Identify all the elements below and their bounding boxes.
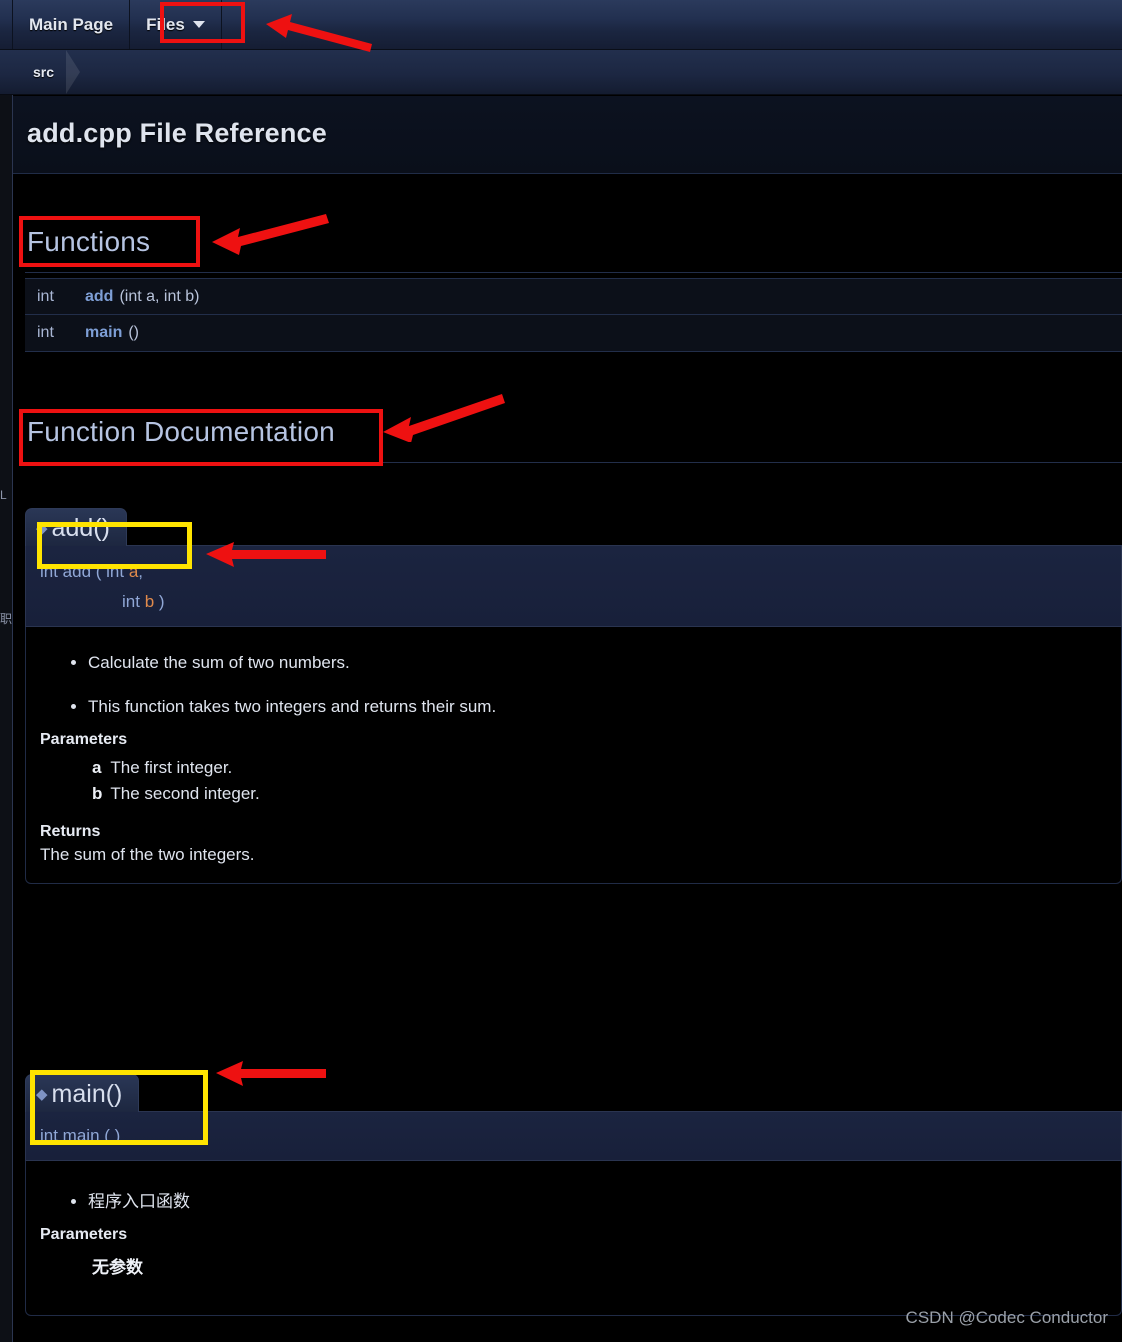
prototype-line-2: int b ) (40, 592, 1107, 612)
annotation-arrow-functions (212, 214, 329, 255)
parameters-table-add: a The first integer. b The second intege… (92, 755, 260, 807)
parameter-description: The first integer. (110, 758, 233, 777)
function-name-link[interactable]: main (85, 324, 122, 342)
page-title-bar: add.cpp File Reference (13, 96, 1122, 174)
prototype-param-a: a (128, 562, 139, 581)
member-prototype-main: int main ( ) (25, 1111, 1122, 1161)
prototype-line-2-text: int (122, 592, 145, 611)
member-prototype-add: int add ( int a, int b ) (25, 545, 1122, 627)
prototype-line-1-suffix: ) (114, 1126, 121, 1145)
sidebar-ghost-text-1: L (0, 489, 7, 501)
member-description-list-add: Calculate the sum of two numbers. This f… (40, 653, 1107, 717)
function-return-type: int (37, 324, 54, 341)
nav-tab-files[interactable]: Files (130, 0, 222, 49)
top-navbar: Main Page Files (0, 0, 1122, 50)
parameter-description: The second integer. (110, 784, 260, 803)
page-title: add.cpp File Reference (27, 118, 327, 148)
breadcrumb-item-label: src (33, 64, 55, 80)
table-row[interactable]: int main () (25, 315, 1122, 352)
left-rail-divider (12, 50, 13, 1342)
parameters-label-main: Parameters (40, 1226, 128, 1243)
table-row[interactable]: int add (int a, int b) (25, 278, 1122, 315)
function-arguments: () (128, 324, 139, 341)
member-item-main: ◆main() int main ( ) 程序入口函数 Parameters 无… (25, 1074, 1122, 1316)
prototype-param-b: b (144, 592, 155, 611)
function-arguments: (int a, int b) (119, 287, 200, 305)
prototype-line-1: int main ( ) (40, 1126, 1107, 1146)
nav-tab-main-page-label: Main Page (29, 14, 114, 34)
sidebar-ghost-text-2: 职 (0, 613, 12, 625)
function-name-link[interactable]: add (85, 288, 113, 306)
prototype-line-1: int add ( int a, (40, 562, 1107, 582)
diamond-bullet-icon: ◆ (36, 1086, 48, 1103)
nav-tab-main-page[interactable]: Main Page (12, 0, 131, 49)
prototype-line-1-text: int main ( (40, 1126, 115, 1145)
nav-tab-files-label: Files (146, 14, 185, 34)
member-description-list-main: 程序入口函数 (40, 1187, 1107, 1212)
section-rule-functions (25, 272, 1122, 273)
diamond-bullet-icon: ◆ (36, 520, 48, 537)
returns-text-add: The sum of the two integers. (40, 845, 255, 864)
prototype-line-1-text: int add ( int (40, 562, 129, 581)
parameter-name: 无参数 (92, 1258, 143, 1277)
section-heading-function-documentation: Function Documentation (27, 416, 335, 447)
parameters-label-add: Parameters (40, 731, 128, 748)
chevron-down-icon (192, 21, 205, 28)
breadcrumb-item-src[interactable]: src (13, 50, 81, 94)
returns-label-add: Returns (40, 823, 101, 840)
doxygen-page: L 职 Main Page Files src add.cpp File Ref… (0, 0, 1122, 1342)
member-item-add: ◆add() int add ( int a, int b ) Calculat… (25, 508, 1122, 884)
watermark-text: CSDN @Codec Conductor (905, 1308, 1108, 1327)
member-title-add-label: add() (51, 514, 110, 542)
annotation-arrow-function-documentation (383, 394, 505, 442)
list-item: This function takes two integers and ret… (88, 697, 1107, 717)
section-rule-function-documentation (25, 462, 1122, 463)
member-title-add[interactable]: ◆ add() (25, 508, 127, 546)
functions-table: int add (int a, int b) int main () (25, 278, 1122, 352)
member-title-main-label: main() (51, 1080, 123, 1108)
table-row: a The first integer. (92, 755, 260, 781)
prototype-line-2-suffix: ) (154, 592, 165, 611)
table-row: 无参数 (92, 1250, 151, 1281)
list-item: 程序入口函数 (88, 1187, 1107, 1212)
breadcrumb-bar: src (0, 50, 1122, 95)
member-doc-add: Calculate the sum of two numbers. This f… (25, 627, 1122, 884)
section-heading-functions: Functions (27, 226, 151, 257)
parameter-name: a (92, 758, 102, 777)
function-return-type: int (37, 287, 54, 305)
table-row: b The second integer. (92, 781, 260, 807)
prototype-line-1-suffix: , (138, 562, 144, 581)
parameters-table-main: 无参数 (92, 1250, 151, 1281)
nav-tab-list: Main Page Files (12, 0, 222, 49)
member-title-main[interactable]: ◆ main() (25, 1074, 140, 1112)
member-doc-main: 程序入口函数 Parameters 无参数 (25, 1161, 1122, 1316)
list-item: Calculate the sum of two numbers. (88, 653, 1107, 673)
parameter-name: b (92, 784, 103, 803)
